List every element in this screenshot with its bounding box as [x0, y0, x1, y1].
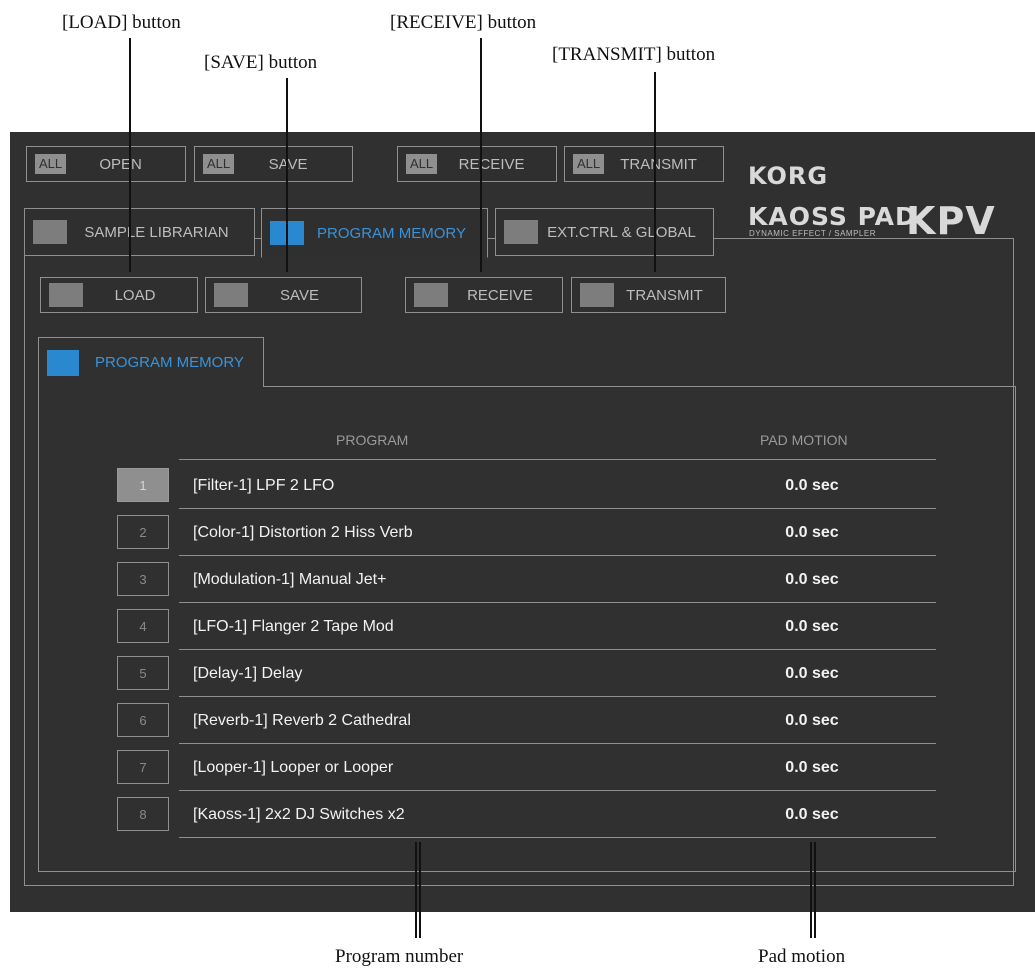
- kaoss-pad-logo: KAOSS PAD: [748, 202, 917, 231]
- save-label: SAVE: [268, 155, 308, 173]
- pad-motion-value: 0.0 sec: [785, 617, 839, 635]
- transmit-button[interactable]: TRANSMIT: [571, 277, 726, 313]
- program-row[interactable]: 8 [Kaoss-1] 2x2 DJ Switches x2 0.0 sec: [117, 791, 936, 838]
- callout-pad-motion: Pad motion: [758, 946, 846, 967]
- pad-motion-value: 0.0 sec: [785, 664, 839, 682]
- program-number[interactable]: 3: [117, 562, 169, 596]
- callout-load: [LOAD] button: [62, 12, 181, 33]
- callout-save: [SAVE] button: [204, 52, 318, 73]
- pad-motion-value: 0.0 sec: [785, 476, 839, 494]
- button-indicator: [580, 283, 614, 307]
- panel-tab-program-memory[interactable]: PROGRAM MEMORY: [38, 337, 264, 387]
- pad-motion-value: 0.0 sec: [785, 570, 839, 588]
- all-tag: ALL: [203, 154, 235, 174]
- button-indicator: [49, 283, 83, 307]
- tab-label: PROGRAM MEMORY: [317, 224, 466, 242]
- all-transmit-button[interactable]: ALL TRANSMIT: [564, 146, 724, 182]
- column-header-pad-motion: PAD MOTION: [760, 432, 848, 448]
- button-indicator: [414, 283, 448, 307]
- transmit-label: TRANSMIT: [626, 286, 703, 304]
- receive-label: RECEIVE: [458, 155, 525, 173]
- program-row[interactable]: 1 [Filter-1] LPF 2 LFO 0.0 sec: [117, 462, 936, 509]
- program-number[interactable]: 4: [117, 609, 169, 643]
- logo-subtitle: DYNAMIC EFFECT / SAMPLER: [749, 229, 876, 238]
- header-divider: [179, 459, 936, 460]
- all-save-button[interactable]: ALL SAVE: [194, 146, 353, 182]
- program-name[interactable]: [LFO-1] Flanger 2 Tape Mod: [193, 603, 394, 650]
- all-open-button[interactable]: ALL OPEN: [26, 146, 186, 182]
- row-divider: [179, 837, 936, 838]
- tab-label: EXT.CTRL & GLOBAL: [547, 223, 696, 241]
- program-row[interactable]: 4 [LFO-1] Flanger 2 Tape Mod 0.0 sec: [117, 603, 936, 650]
- panel-tab-joint: [39, 385, 263, 388]
- program-number[interactable]: 8: [117, 797, 169, 831]
- callout-program-number: Program number: [335, 946, 464, 967]
- all-tag: ALL: [35, 154, 67, 174]
- program-name[interactable]: [Delay-1] Delay: [193, 650, 302, 697]
- load-button[interactable]: LOAD: [40, 277, 198, 313]
- all-tag: ALL: [573, 154, 605, 174]
- pad-motion-value: 0.0 sec: [785, 805, 839, 823]
- program-row[interactable]: 6 [Reverb-1] Reverb 2 Cathedral 0.0 sec: [117, 697, 936, 744]
- panel-tab-indicator: [47, 349, 79, 376]
- program-row[interactable]: 5 [Delay-1] Delay 0.0 sec: [117, 650, 936, 697]
- all-tag: ALL: [406, 154, 438, 174]
- program-name[interactable]: [Filter-1] LPF 2 LFO: [193, 462, 334, 509]
- pad-motion-value: 0.0 sec: [785, 758, 839, 776]
- pad-motion-value: 0.0 sec: [785, 711, 839, 729]
- tab-label: SAMPLE LIBRARIAN: [84, 223, 229, 241]
- program-row[interactable]: 7 [Looper-1] Looper or Looper 0.0 sec: [117, 744, 936, 791]
- callout-transmit: [TRANSMIT] button: [552, 44, 716, 65]
- button-indicator: [214, 283, 248, 307]
- open-label: OPEN: [99, 155, 142, 173]
- leader-line-program-number: [415, 842, 421, 938]
- save-button[interactable]: SAVE: [205, 277, 362, 313]
- korg-logo: KORG: [748, 162, 829, 190]
- leader-line-save: [286, 78, 288, 272]
- kpv-logo: KPV: [906, 199, 996, 243]
- leader-line-receive: [480, 38, 482, 272]
- leader-line-load: [129, 38, 131, 272]
- tab-indicator: [504, 220, 538, 244]
- pad-motion-value: 0.0 sec: [785, 523, 839, 541]
- program-name[interactable]: [Reverb-1] Reverb 2 Cathedral: [193, 697, 411, 744]
- tab-program-memory[interactable]: PROGRAM MEMORY: [261, 208, 488, 258]
- save-label: SAVE: [280, 286, 319, 304]
- program-name[interactable]: [Color-1] Distortion 2 Hiss Verb: [193, 509, 413, 556]
- panel-tab-label: PROGRAM MEMORY: [95, 354, 244, 371]
- program-name[interactable]: [Looper-1] Looper or Looper: [193, 744, 393, 791]
- receive-button[interactable]: RECEIVE: [405, 277, 563, 313]
- transmit-label: TRANSMIT: [620, 155, 697, 173]
- program-name[interactable]: [Modulation-1] Manual Jet+: [193, 556, 386, 603]
- program-number[interactable]: 1: [117, 468, 169, 502]
- callout-receive: [RECEIVE] button: [390, 12, 537, 33]
- program-number[interactable]: 7: [117, 750, 169, 784]
- all-receive-button[interactable]: ALL RECEIVE: [397, 146, 557, 182]
- program-row[interactable]: 2 [Color-1] Distortion 2 Hiss Verb 0.0 s…: [117, 509, 936, 556]
- receive-label: RECEIVE: [467, 286, 533, 304]
- program-name[interactable]: [Kaoss-1] 2x2 DJ Switches x2: [193, 791, 405, 838]
- tab-sample-librarian[interactable]: SAMPLE LIBRARIAN: [24, 208, 255, 256]
- column-header-program: PROGRAM: [336, 432, 409, 448]
- leader-line-transmit: [654, 72, 656, 272]
- tab-ext-ctrl-global[interactable]: EXT.CTRL & GLOBAL: [495, 208, 714, 256]
- program-number[interactable]: 6: [117, 703, 169, 737]
- program-row[interactable]: 3 [Modulation-1] Manual Jet+ 0.0 sec: [117, 556, 936, 603]
- leader-line-pad-motion: [810, 842, 816, 938]
- tab-indicator: [33, 220, 67, 244]
- program-number[interactable]: 5: [117, 656, 169, 690]
- program-number[interactable]: 2: [117, 515, 169, 549]
- load-label: LOAD: [114, 286, 156, 304]
